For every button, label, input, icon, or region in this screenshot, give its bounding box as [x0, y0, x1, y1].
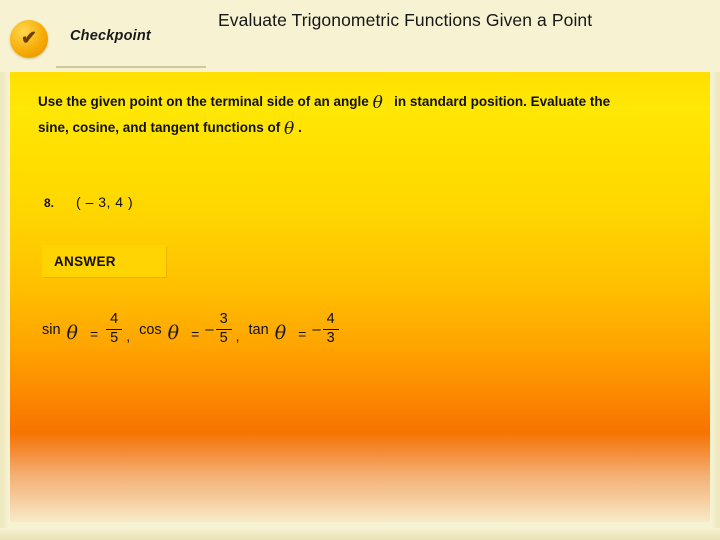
problem-row: 8. ( – 3, 4 ) — [44, 194, 133, 210]
check-icon-glyph: ✔ — [21, 28, 37, 49]
sin-equals-sign: = — [90, 326, 99, 342]
sin-denominator: 5 — [110, 330, 119, 347]
answer-expression: sin θ = 4 5 , cos θ = – 3 5 , tan θ = – … — [42, 300, 340, 360]
cos-function-label: cos — [139, 322, 162, 338]
cos-value: – 3 5 — [205, 310, 232, 348]
problem-point: ( – 3, 4 ) — [76, 194, 134, 210]
sin-fraction: 4 5 — [106, 310, 123, 347]
slide-border-left — [0, 0, 10, 540]
cos-sign: – — [205, 320, 214, 338]
slide-header: ✔ Checkpoint Evaluate Trigonometric Func… — [0, 0, 720, 72]
cos-equals-sign: = — [191, 326, 200, 342]
answer-label: ANSWER — [54, 253, 116, 269]
theta-symbol-1: θ — [372, 93, 383, 113]
tan-sign: – — [312, 320, 321, 338]
slide-border-right — [710, 0, 720, 540]
tan-function-label: tan — [248, 322, 269, 338]
tan-numerator: 4 — [326, 310, 335, 327]
header-divider — [56, 66, 206, 68]
check-icon: ✔ — [10, 20, 48, 58]
sin-separator: , — [126, 328, 131, 344]
instructions-text: Use the given point on the terminal side… — [38, 88, 638, 141]
checkpoint-label: Checkpoint — [70, 28, 151, 44]
sin-theta-symbol: θ — [66, 322, 78, 344]
slide-border-bottom — [0, 528, 720, 540]
tan-denominator: 3 — [326, 330, 335, 347]
tan-fraction: 4 3 — [322, 310, 339, 347]
slide: ✔ Checkpoint Evaluate Trigonometric Func… — [0, 0, 720, 540]
cos-numerator: 3 — [219, 310, 228, 327]
answer-badge: ANSWER — [42, 245, 166, 277]
problem-number: 8. — [44, 196, 55, 210]
sin-value: 4 5 — [104, 310, 123, 348]
cos-separator: , — [235, 328, 240, 344]
tan-theta-symbol: θ — [274, 322, 287, 344]
tan-equals-sign: = — [298, 326, 307, 342]
cos-fraction: 3 5 — [215, 310, 232, 347]
sin-function-label: sin — [42, 322, 61, 338]
tan-value: – 4 3 — [312, 310, 339, 348]
instructions-part-1: Use the given point on the terminal side… — [38, 94, 369, 109]
instructions-part-3: . — [298, 120, 302, 136]
theta-symbol-2: θ — [284, 119, 295, 140]
cos-theta-symbol: θ — [167, 322, 180, 344]
page-title: Evaluate Trigonometric Functions Given a… — [218, 10, 593, 30]
sin-numerator: 4 — [110, 310, 119, 327]
content-gradient-fade — [10, 432, 710, 528]
cos-denominator: 5 — [219, 330, 228, 347]
